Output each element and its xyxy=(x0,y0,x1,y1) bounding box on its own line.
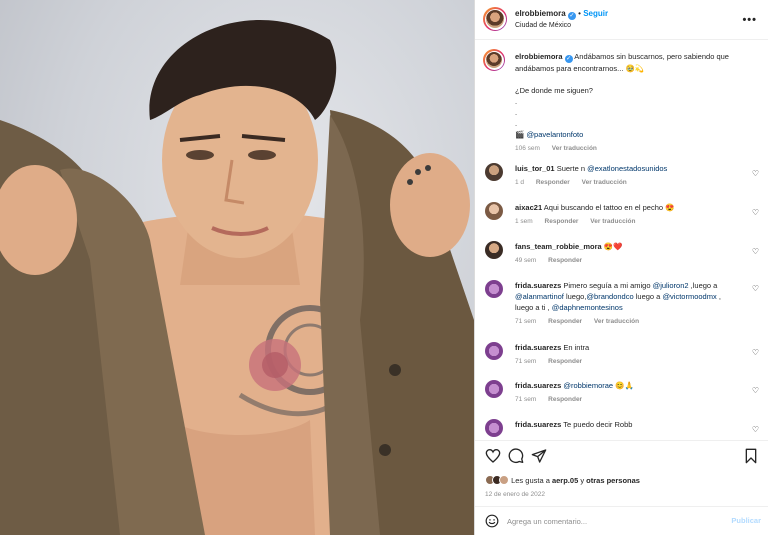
comment-text: Suerte n xyxy=(556,164,588,173)
comment-text: luego a ti , xyxy=(515,303,552,312)
comment-username[interactable]: aixac21 xyxy=(515,203,542,212)
comment-mention-link[interactable]: @daphnemontesinos xyxy=(552,303,623,312)
caption-dot: . xyxy=(515,97,518,106)
translate-button[interactable]: Ver traducción xyxy=(590,218,635,225)
comment-username[interactable]: frida.suarezs xyxy=(515,281,561,290)
comment-text: luego, xyxy=(563,292,587,301)
comment-text: 😊🙏 xyxy=(613,381,634,390)
comment-time[interactable]: 49 sem xyxy=(515,257,536,264)
comment-time[interactable]: 1 sem xyxy=(515,218,533,225)
comment-like-heart-icon[interactable]: ♡ xyxy=(752,208,759,217)
translate-button[interactable]: Ver traducción xyxy=(582,179,627,186)
author-username[interactable]: elrobbiemora xyxy=(515,9,566,18)
comment-text: Te puedo decir Robb xyxy=(563,420,633,429)
likes-user-link[interactable]: aerp.05 xyxy=(552,476,578,485)
comment-text: Aqui buscando el tattoo en el pecho 😍 xyxy=(543,203,675,212)
caption-author[interactable]: elrobbiemora xyxy=(515,52,563,61)
comment-username[interactable]: frida.suarezs xyxy=(515,420,561,429)
comment-username[interactable]: luis_tor_01 xyxy=(515,164,555,173)
comment-like-heart-icon[interactable]: ♡ xyxy=(752,247,759,256)
comment-time[interactable]: 1 d xyxy=(515,179,524,186)
comment-username[interactable]: frida.suarezs xyxy=(515,343,561,352)
commenter-avatar[interactable] xyxy=(485,380,503,398)
reply-button[interactable]: Responder xyxy=(548,358,582,365)
share-icon[interactable] xyxy=(531,448,547,464)
likes-summary[interactable]: Les gusta a aerp.05 y otras personas xyxy=(485,475,640,485)
comment-mention-link[interactable]: @julioron2 xyxy=(653,281,689,290)
comment-text: 😍❤️ xyxy=(603,242,623,251)
commenter-avatar[interactable] xyxy=(485,342,503,360)
comments-list[interactable]: elrobbiemora ✓ Andábamos sin buscarnos, … xyxy=(475,41,768,439)
post-actions: Les gusta a aerp.05 y otras personas 12 … xyxy=(475,440,768,500)
caption-dot: . xyxy=(515,119,518,128)
liker-avatar xyxy=(499,475,509,485)
verified-badge-icon: ✓ xyxy=(564,55,573,63)
comment-username[interactable]: fans_team_robbie_mora xyxy=(515,242,602,251)
likes-mid: y xyxy=(578,476,587,485)
comment-text: , xyxy=(716,292,721,301)
commenter-avatar[interactable] xyxy=(485,202,503,220)
reply-button[interactable]: Responder xyxy=(548,318,582,325)
caption-credit-link[interactable]: @pavelantonfoto xyxy=(526,130,583,139)
comment-time[interactable]: 71 sem xyxy=(515,358,536,365)
caption-time[interactable]: 106 sem xyxy=(515,145,540,152)
comment-like-heart-icon[interactable]: ♡ xyxy=(752,169,759,178)
comment-mention-link[interactable]: @alanmartinof xyxy=(515,292,564,301)
heart-icon[interactable] xyxy=(485,448,501,464)
comment-text: luego a xyxy=(633,292,663,301)
commenter-avatar[interactable] xyxy=(485,163,503,181)
comment-text: ,luego a xyxy=(688,281,718,290)
caption-dot: . xyxy=(515,108,518,117)
reply-button[interactable]: Responder xyxy=(548,396,582,403)
caption-avatar[interactable] xyxy=(483,49,505,71)
separator-dot: • xyxy=(578,9,581,18)
reply-button[interactable]: Responder xyxy=(548,257,582,264)
comment-like-heart-icon[interactable]: ♡ xyxy=(752,425,759,434)
comment-time[interactable]: 71 sem xyxy=(515,396,536,403)
post-photo[interactable] xyxy=(0,0,474,535)
comment-like-heart-icon[interactable]: ♡ xyxy=(752,348,759,357)
author-avatar[interactable] xyxy=(483,7,507,31)
comment-input[interactable] xyxy=(507,514,717,528)
comment-mention-link[interactable]: @exatlonestadosunidos xyxy=(587,164,667,173)
caption-translate-button[interactable]: Ver traducción xyxy=(552,145,597,152)
verified-badge-icon: ✓ xyxy=(567,12,576,20)
comment-icon[interactable] xyxy=(508,448,524,464)
post-side-panel: elrobbiemora ✓ • Seguir Ciudad de México… xyxy=(474,0,768,535)
smile-icon[interactable] xyxy=(485,514,499,528)
reply-button[interactable]: Responder xyxy=(536,179,570,186)
comment-mention-link[interactable]: @brandondco xyxy=(586,292,633,301)
likes-prefix: Les gusta a xyxy=(511,476,552,485)
commenter-avatar[interactable] xyxy=(485,280,503,298)
bookmark-icon[interactable] xyxy=(743,448,759,464)
comment-text: Pimero seguía a mi amigo xyxy=(563,281,653,290)
publish-button[interactable]: Publicar xyxy=(731,516,761,525)
more-horizontal-icon[interactable]: ••• xyxy=(742,14,757,26)
translate-button[interactable]: Ver traducción xyxy=(594,318,639,325)
author-line: elrobbiemora ✓ • Seguir xyxy=(515,9,608,20)
comment-like-heart-icon[interactable]: ♡ xyxy=(752,386,759,395)
caption-question: ¿De donde me siguen? xyxy=(515,86,593,95)
comment-mention-link[interactable]: @robbiemorae xyxy=(563,381,613,390)
commenter-avatar[interactable] xyxy=(485,241,503,259)
comment-composer: Publicar xyxy=(475,506,768,535)
reply-button[interactable]: Responder xyxy=(545,218,579,225)
likes-others-link[interactable]: otras personas xyxy=(586,476,640,485)
comment-username[interactable]: frida.suarezs xyxy=(515,381,561,390)
comment-time[interactable]: 71 sem xyxy=(515,318,536,325)
post-location[interactable]: Ciudad de México xyxy=(515,22,571,29)
comment-mention-link[interactable]: @victormoodmx xyxy=(662,292,716,301)
instagram-post: elrobbiemora ✓ • Seguir Ciudad de México… xyxy=(0,0,768,535)
commenter-avatar[interactable] xyxy=(485,419,503,437)
photo-illustration xyxy=(0,19,474,535)
comment-text: En intra xyxy=(563,343,590,352)
clapper-icon: 🎬 xyxy=(515,130,525,139)
post-header: elrobbiemora ✓ • Seguir Ciudad de México… xyxy=(475,0,768,40)
post-date[interactable]: 12 de enero de 2022 xyxy=(485,491,545,498)
comment-like-heart-icon[interactable]: ♡ xyxy=(752,284,759,293)
follow-button[interactable]: Seguir xyxy=(583,9,608,18)
